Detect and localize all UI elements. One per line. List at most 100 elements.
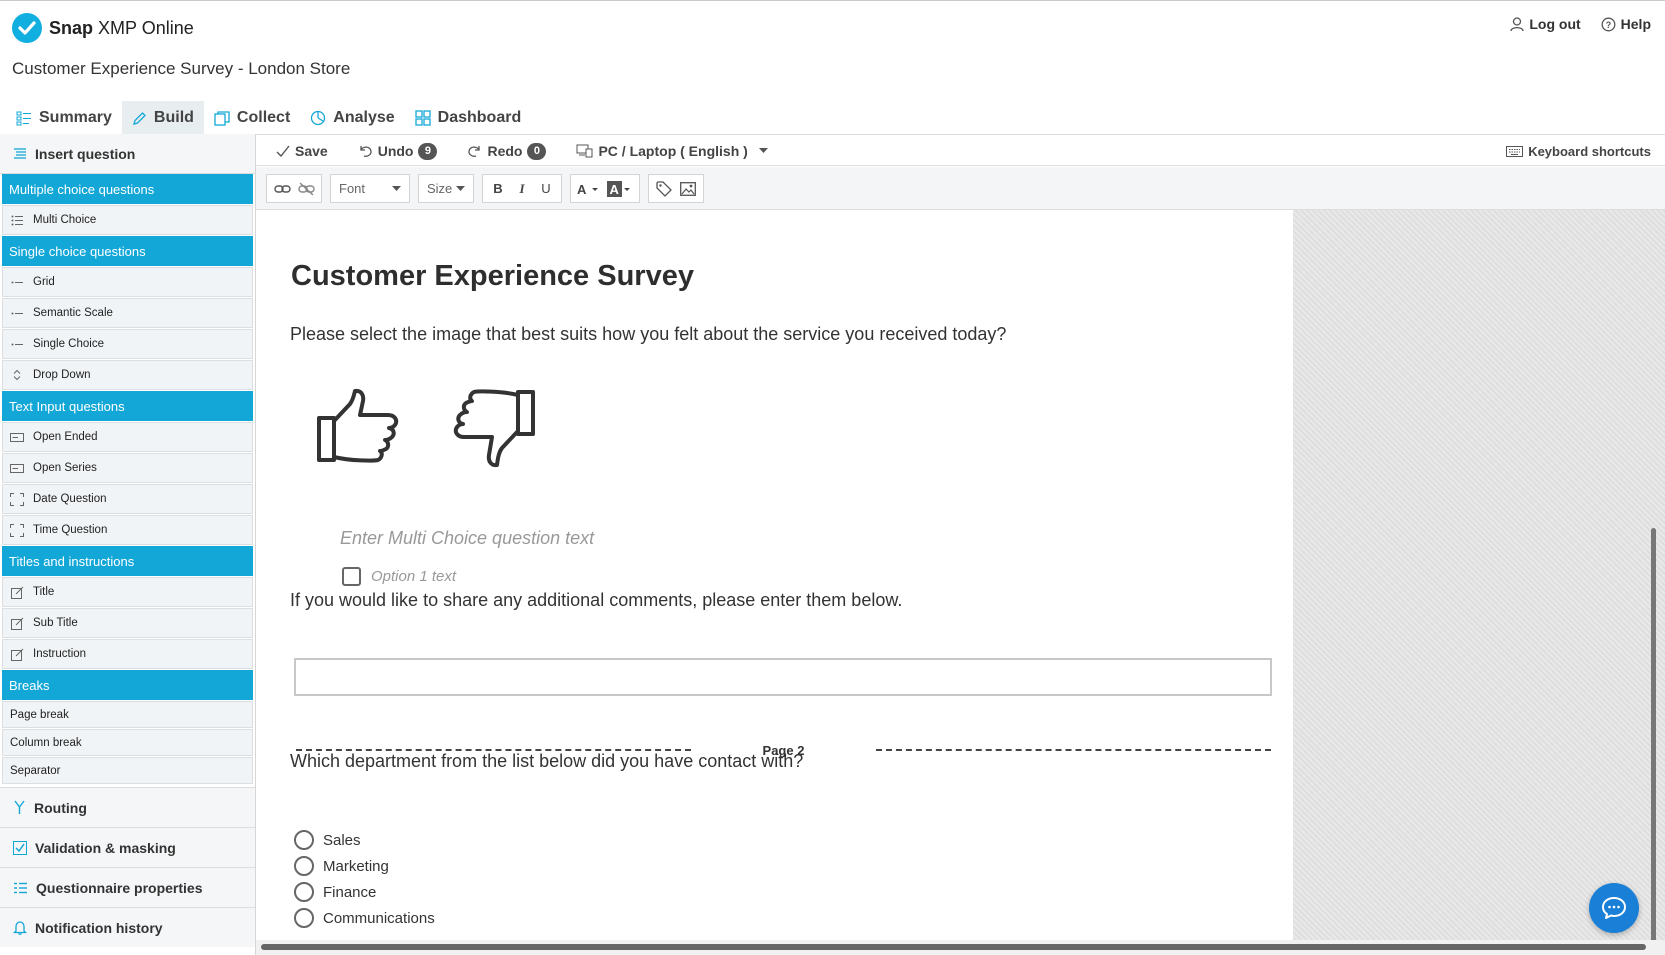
sidebar-item-semantic-scale[interactable]: Semantic Scale — [2, 298, 253, 328]
survey-title: Customer Experience Survey - London Stor… — [12, 59, 351, 78]
questionnaire-properties-section[interactable]: Questionnaire properties — [0, 867, 255, 907]
undo-count-badge: 9 — [418, 142, 438, 160]
category-multiple-choice: Multiple choice questions — [2, 174, 253, 204]
question-1-text[interactable]: Please select the image that best suits … — [290, 324, 1006, 345]
department-options: Sales Marketing Finance Communications — [294, 827, 435, 931]
tab-build[interactable]: Build — [121, 101, 204, 135]
sidebar-item-time-question[interactable]: Time Question — [2, 515, 253, 545]
logout-button[interactable]: Log out — [1510, 16, 1581, 32]
save-button[interactable]: Save — [276, 143, 328, 159]
undo-button[interactable]: Undo 9 — [358, 142, 438, 160]
bold-button[interactable]: B — [488, 179, 508, 199]
sidebar-item-open-series[interactable]: Open Series — [2, 453, 253, 483]
keyboard-shortcuts-button[interactable]: Keyboard shortcuts — [1506, 135, 1651, 167]
validation-section[interactable]: Validation & masking — [0, 827, 255, 867]
horizontal-scrollbar-track — [256, 940, 1665, 955]
vertical-scrollbar[interactable] — [1651, 528, 1656, 955]
notification-history-section[interactable]: Notification history — [0, 907, 255, 947]
category-single-choice: Single choice questions — [2, 236, 253, 266]
question-2-text[interactable]: If you would like to share any additiona… — [290, 590, 902, 611]
help-icon: ? — [1601, 17, 1616, 31]
checkbox-checked-icon — [13, 840, 27, 855]
underline-button[interactable]: U — [536, 179, 556, 199]
brand-name: Snap XMP Online — [49, 17, 194, 38]
radio-button[interactable] — [294, 882, 314, 902]
pencil-icon — [132, 111, 146, 125]
check-icon — [276, 145, 290, 157]
summary-icon — [16, 111, 31, 125]
insert-question-header[interactable]: Insert question — [0, 134, 255, 174]
thumbs-up-icon[interactable] — [316, 388, 400, 464]
sidebar-item-page-break[interactable]: Page break — [2, 701, 253, 728]
question-3-text[interactable]: Which department from the list below did… — [290, 751, 803, 772]
link-group — [266, 174, 322, 203]
radio-option-sales[interactable]: Sales — [294, 827, 435, 853]
sidebar-item-separator[interactable]: Separator — [2, 757, 253, 784]
textbox-icon — [10, 431, 24, 443]
tab-summary[interactable]: Summary — [6, 101, 122, 135]
radio-button[interactable] — [294, 856, 314, 876]
redo-button[interactable]: Redo 0 — [467, 142, 547, 160]
routing-icon — [14, 800, 25, 814]
sidebar-item-instruction[interactable]: Instruction — [2, 639, 253, 669]
tab-collect[interactable]: Collect — [204, 101, 300, 135]
edit-icon — [10, 586, 24, 599]
user-icon — [1510, 16, 1524, 31]
sidebar-item-multi-choice[interactable]: Multi Choice — [2, 205, 253, 235]
text-style-group: B I U — [482, 174, 562, 203]
color-group: A A — [570, 174, 640, 203]
radio-button[interactable] — [294, 908, 314, 928]
brand: Snap XMP Online — [12, 13, 194, 43]
caret-down-icon — [392, 185, 401, 191]
text-color-icon[interactable]: A — [576, 179, 602, 199]
editor-canvas: Customer Experience Survey Please select… — [256, 210, 1665, 955]
link-icon[interactable] — [272, 179, 292, 199]
sidebar-item-grid[interactable]: Grid — [2, 267, 253, 297]
dash-dot-icon — [10, 338, 24, 350]
survey-heading[interactable]: Customer Experience Survey — [291, 260, 694, 293]
background-color-icon[interactable]: A — [606, 179, 634, 199]
page-break-line-right — [875, 749, 1271, 751]
sidebar-item-column-break[interactable]: Column break — [2, 729, 253, 756]
bracket-box-icon — [10, 523, 24, 537]
tag-icon[interactable] — [654, 179, 674, 199]
chat-bubble-icon — [1602, 897, 1626, 919]
category-titles: Titles and instructions — [2, 546, 253, 576]
dropdown-arrows-icon — [10, 369, 24, 381]
dash-dot-icon — [10, 307, 24, 319]
radio-option-communications[interactable]: Communications — [294, 905, 435, 931]
comments-textbox[interactable] — [294, 658, 1272, 696]
radio-option-finance[interactable]: Finance — [294, 879, 435, 905]
option-1-placeholder[interactable]: Option 1 text — [371, 568, 456, 585]
help-button[interactable]: ? Help — [1601, 16, 1651, 32]
radio-option-marketing[interactable]: Marketing — [294, 853, 435, 879]
caret-down-icon — [758, 148, 768, 153]
sidebar-item-title[interactable]: Title — [2, 577, 253, 607]
thumbs-down-icon[interactable] — [452, 388, 536, 468]
tab-analyse[interactable]: Analyse — [300, 101, 404, 135]
device-language-select[interactable]: PC / Laptop ( English ) — [576, 143, 768, 159]
tab-dashboard[interactable]: Dashboard — [405, 101, 532, 135]
routing-section[interactable]: Routing — [0, 787, 255, 827]
devices-icon — [576, 144, 593, 158]
size-select[interactable]: Size — [418, 174, 474, 203]
sidebar: Insert question Multiple choice question… — [0, 134, 256, 955]
properties-list-icon — [14, 882, 27, 893]
category-breaks: Breaks — [2, 670, 253, 700]
sidebar-item-single-choice[interactable]: Single Choice — [2, 329, 253, 359]
multi-choice-question-placeholder[interactable]: Enter Multi Choice question text — [340, 528, 594, 549]
unlink-icon[interactable] — [296, 179, 316, 199]
radio-button[interactable] — [294, 830, 314, 850]
sidebar-item-open-ended[interactable]: Open Ended — [2, 422, 253, 452]
italic-button[interactable]: I — [512, 179, 532, 199]
image-icon[interactable] — [678, 179, 698, 199]
multi-choice-option-1[interactable]: Option 1 text — [342, 567, 456, 586]
horizontal-scrollbar[interactable] — [261, 944, 1646, 950]
sidebar-item-sub-title[interactable]: Sub Title — [2, 608, 253, 638]
chat-button[interactable] — [1589, 883, 1639, 933]
font-select[interactable]: Font — [330, 174, 410, 203]
option-checkbox[interactable] — [342, 567, 361, 586]
main-tabs: Summary Build Collect Analyse Dashboard — [6, 101, 531, 135]
sidebar-item-drop-down[interactable]: Drop Down — [2, 360, 253, 390]
sidebar-item-date-question[interactable]: Date Question — [2, 484, 253, 514]
